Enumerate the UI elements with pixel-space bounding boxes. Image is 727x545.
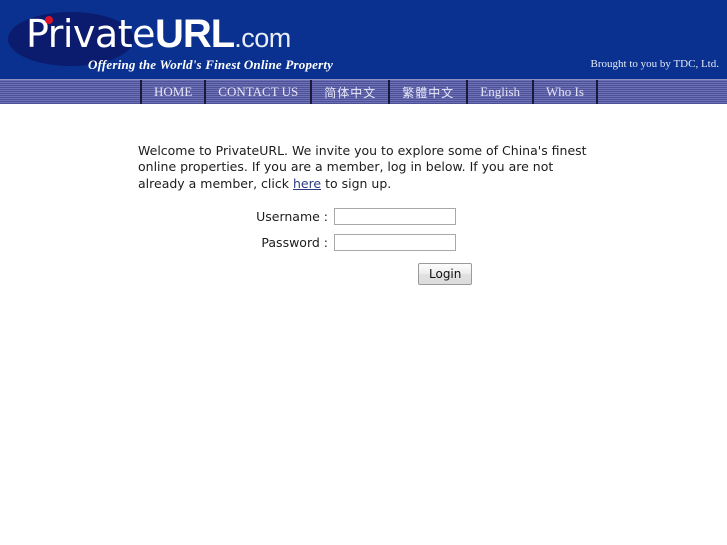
nav-item-english[interactable]: English [468, 80, 535, 104]
nav-item-contact-us[interactable]: CONTACT US [206, 80, 313, 104]
site-logo[interactable]: PrivateURL.com [26, 14, 291, 54]
username-row: Username : [0, 208, 727, 225]
header-credit-text: Brought to you by TDC, Ltd. [590, 58, 719, 70]
login-button[interactable]: Login [418, 263, 473, 285]
login-button-spacer [0, 263, 418, 285]
password-input[interactable] [334, 234, 456, 251]
login-form: Username : Password : Login [0, 208, 727, 285]
nav-spacer-left [0, 80, 142, 104]
logo-text-url: URL [154, 12, 235, 56]
nav-item-home[interactable]: HOME [142, 80, 207, 104]
logo-tagline: Offering the World's Finest Online Prope… [88, 57, 334, 72]
welcome-paragraph: Welcome to PrivateURL. We invite you to … [138, 143, 590, 193]
main-navigation: HOME CONTACT US 简体中文 繁體中文 English Who Is [0, 79, 727, 105]
welcome-text-tail: to sign up. [321, 175, 392, 191]
logo-text-com: .com [234, 23, 291, 53]
logo-red-dot-icon [45, 16, 53, 24]
login-button-row: Login [0, 263, 727, 285]
username-label: Username : [256, 209, 328, 224]
nav-item-traditional-chinese[interactable]: 繁體中文 [390, 80, 469, 104]
password-row: Password : [0, 234, 727, 251]
site-header: PrivateURL.com Offering the World's Fine… [0, 0, 727, 79]
nav-item-who-is[interactable]: Who Is [534, 80, 598, 104]
nav-item-simplified-chinese[interactable]: 简体中文 [312, 80, 391, 104]
signup-here-link[interactable]: here [293, 176, 321, 191]
password-label: Password : [261, 235, 328, 250]
nav-spacer-right [598, 80, 727, 104]
username-input[interactable] [334, 208, 456, 225]
